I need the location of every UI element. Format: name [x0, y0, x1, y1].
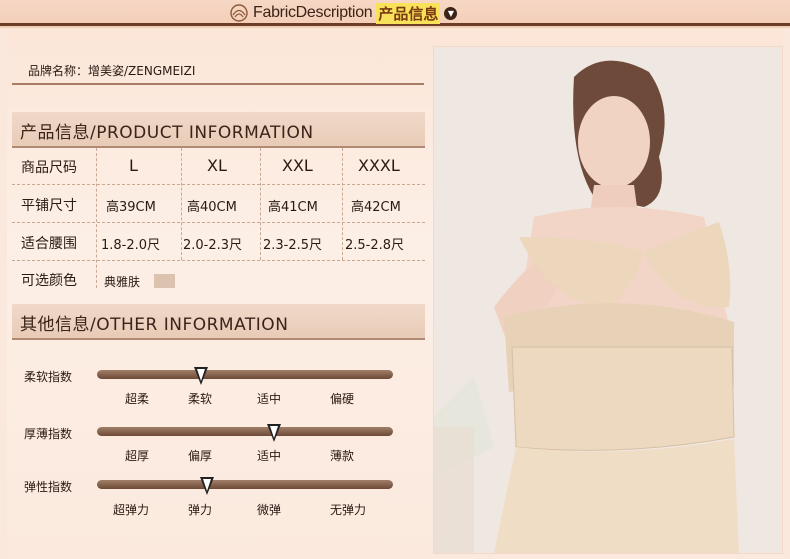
slider-tick: 超弹力: [113, 503, 150, 517]
size-value: 高40CM: [187, 200, 237, 215]
slider-marker: [267, 424, 281, 442]
size-value: 2.5-2.8尺: [345, 238, 405, 253]
slider-tick: 超厚: [125, 449, 150, 463]
size-value: 2.3-2.5尺: [263, 238, 323, 253]
slider-tick: 微弹: [257, 503, 282, 517]
table-row-divider: [12, 260, 425, 261]
slider-tick: 柔软: [188, 392, 213, 406]
slider-tick: 偏硬: [330, 392, 355, 406]
chevron-down-icon: ▼: [444, 6, 458, 20]
color-label: 可选颜色: [21, 273, 77, 289]
slider-tick: 超柔: [125, 392, 150, 406]
size-value: XXL: [282, 156, 313, 175]
table-col-divider: [342, 148, 343, 260]
slider-track: [97, 427, 393, 436]
size-value: 高39CM: [106, 200, 156, 215]
slider-tick: 适中: [257, 392, 282, 406]
model-illustration: [434, 47, 782, 553]
slider-track: [97, 370, 393, 379]
other-info-title: 其他信息/OTHER INFORMATION: [20, 315, 289, 335]
slider-marker: [194, 367, 208, 385]
slider-tick: 偏厚: [188, 449, 213, 463]
slider-track: [97, 480, 393, 489]
slider-tick: 无弹力: [330, 503, 367, 517]
table-col-divider: [260, 148, 261, 260]
other-info-header: 其他信息/OTHER INFORMATION: [12, 304, 425, 340]
header-title-en: FabricDescription: [253, 4, 373, 21]
slider-tick: 薄款: [330, 449, 355, 463]
row-label: 商品尺码: [21, 160, 77, 176]
slider-label: 柔软指数: [24, 370, 73, 384]
color-value: 典雅肤: [104, 275, 141, 289]
product-model-photo: [433, 46, 783, 554]
row-label: 适合腰围: [21, 236, 77, 252]
product-info-header: 产品信息/PRODUCT INFORMATION: [12, 112, 425, 148]
size-value: XL: [207, 156, 227, 175]
row-label: 平铺尺寸: [21, 198, 77, 214]
table-row-divider: [12, 184, 425, 185]
slider-tick: 弹力: [188, 503, 213, 517]
flower-logo-icon: [230, 4, 248, 22]
size-value: 2.0-2.3尺: [183, 238, 243, 253]
size-value: 高42CM: [351, 200, 401, 215]
header-title: FabricDescription 产品信息 ▼: [229, 2, 458, 24]
size-value: 1.8-2.0尺: [101, 238, 161, 253]
header-bar: FabricDescription 产品信息 ▼: [0, 0, 790, 28]
header-title-cn: 产品信息: [376, 2, 441, 24]
table-row-divider: [12, 222, 425, 223]
brand-divider: [12, 83, 424, 85]
size-value: 高41CM: [268, 200, 318, 215]
slider-marker: [200, 477, 214, 495]
size-value: L: [129, 156, 138, 175]
product-info-title: 产品信息/PRODUCT INFORMATION: [20, 123, 314, 143]
slider-tick: 适中: [257, 449, 282, 463]
table-col-divider: [181, 148, 182, 260]
brand-name: 品牌名称：增美姿/ZENGMEIZI: [28, 64, 196, 78]
size-value: XXXL: [358, 156, 400, 175]
color-swatch: [154, 274, 175, 288]
slider-label: 弹性指数: [24, 480, 73, 494]
slider-label: 厚薄指数: [24, 427, 73, 441]
table-col-divider: [96, 148, 97, 288]
